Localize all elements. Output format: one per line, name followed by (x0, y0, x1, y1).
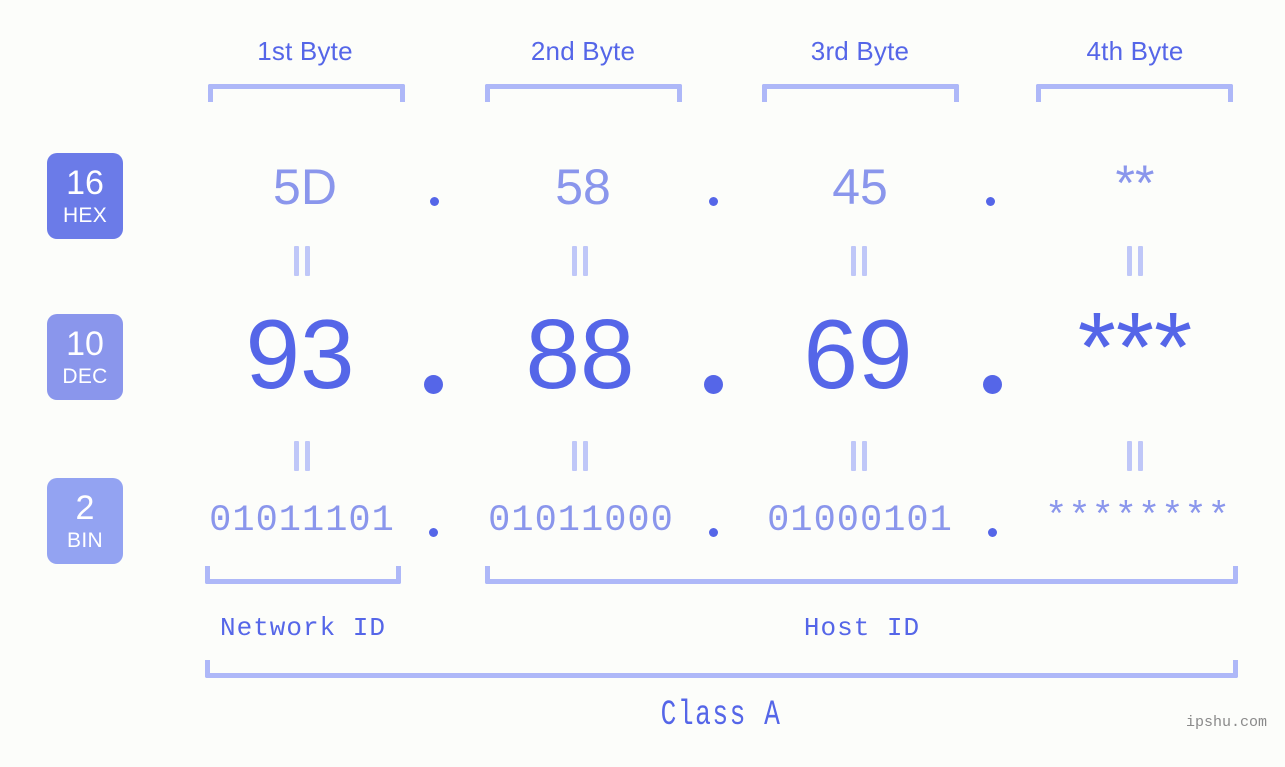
class-label: Class A (660, 695, 782, 735)
byte-bracket-3 (762, 84, 959, 102)
ip-address-breakdown-diagram: 1st Byte 2nd Byte 3rd Byte 4th Byte 16 H… (0, 0, 1285, 767)
equals-mark-hex-dec-2 (572, 246, 588, 276)
byte-header-3: 3rd Byte (810, 36, 910, 66)
equals-mark-hex-dec-1 (294, 246, 310, 276)
base-badge-dec-name: DEC (62, 365, 108, 388)
hex-separator-dot-1 (430, 197, 439, 206)
base-badge-hex-name: HEX (62, 204, 108, 227)
dec-separator-dot-2 (704, 375, 723, 394)
bin-value-byte-1: 01011101 (209, 500, 395, 542)
dec-value-byte-4: *** (1077, 292, 1193, 402)
hex-value-byte-3: 45 (832, 159, 888, 215)
base-badge-hex-number: 16 (66, 164, 104, 202)
bin-separator-dot-2 (709, 528, 718, 537)
bin-value-byte-2: 01011000 (488, 500, 674, 542)
equals-mark-dec-bin-3 (851, 441, 867, 471)
byte-bracket-2 (485, 84, 682, 102)
dec-separator-dot-3 (983, 375, 1002, 394)
base-badge-hex: 16 HEX (47, 153, 123, 239)
hex-separator-dot-2 (709, 197, 718, 206)
bin-value-byte-3: 01000101 (767, 500, 953, 542)
byte-bracket-4 (1036, 84, 1233, 102)
dec-value-byte-1: 93 (245, 299, 355, 409)
site-watermark: ipshu.com (1186, 714, 1268, 731)
host-id-bracket (485, 566, 1238, 584)
equals-mark-hex-dec-3 (851, 246, 867, 276)
equals-mark-dec-bin-1 (294, 441, 310, 471)
byte-header-2: 2nd Byte (530, 36, 636, 66)
base-badge-dec-number: 10 (66, 325, 104, 363)
byte-header-4: 4th Byte (1086, 36, 1184, 66)
class-bracket (205, 660, 1238, 678)
base-badge-dec: 10 DEC (47, 314, 123, 400)
equals-mark-hex-dec-4 (1127, 246, 1143, 276)
bin-separator-dot-1 (429, 528, 438, 537)
host-id-label: Host ID (803, 613, 921, 643)
hex-value-byte-4: ** (1115, 155, 1155, 211)
bin-separator-dot-3 (988, 528, 997, 537)
bin-value-byte-4: ******** (1045, 497, 1231, 539)
byte-header-1: 1st Byte (257, 36, 353, 66)
base-badge-bin-name: BIN (67, 529, 103, 552)
hex-separator-dot-3 (986, 197, 995, 206)
network-id-label: Network ID (219, 613, 387, 643)
equals-mark-dec-bin-2 (572, 441, 588, 471)
byte-bracket-1 (208, 84, 405, 102)
base-badge-bin-number: 2 (75, 489, 95, 527)
dec-separator-dot-1 (424, 375, 443, 394)
equals-mark-dec-bin-4 (1127, 441, 1143, 471)
dec-value-byte-3: 69 (803, 299, 913, 409)
dec-value-byte-2: 88 (525, 299, 635, 409)
hex-value-byte-2: 58 (555, 159, 611, 215)
base-badge-bin: 2 BIN (47, 478, 123, 564)
network-id-bracket (205, 566, 401, 584)
hex-value-byte-1: 5D (273, 159, 337, 215)
